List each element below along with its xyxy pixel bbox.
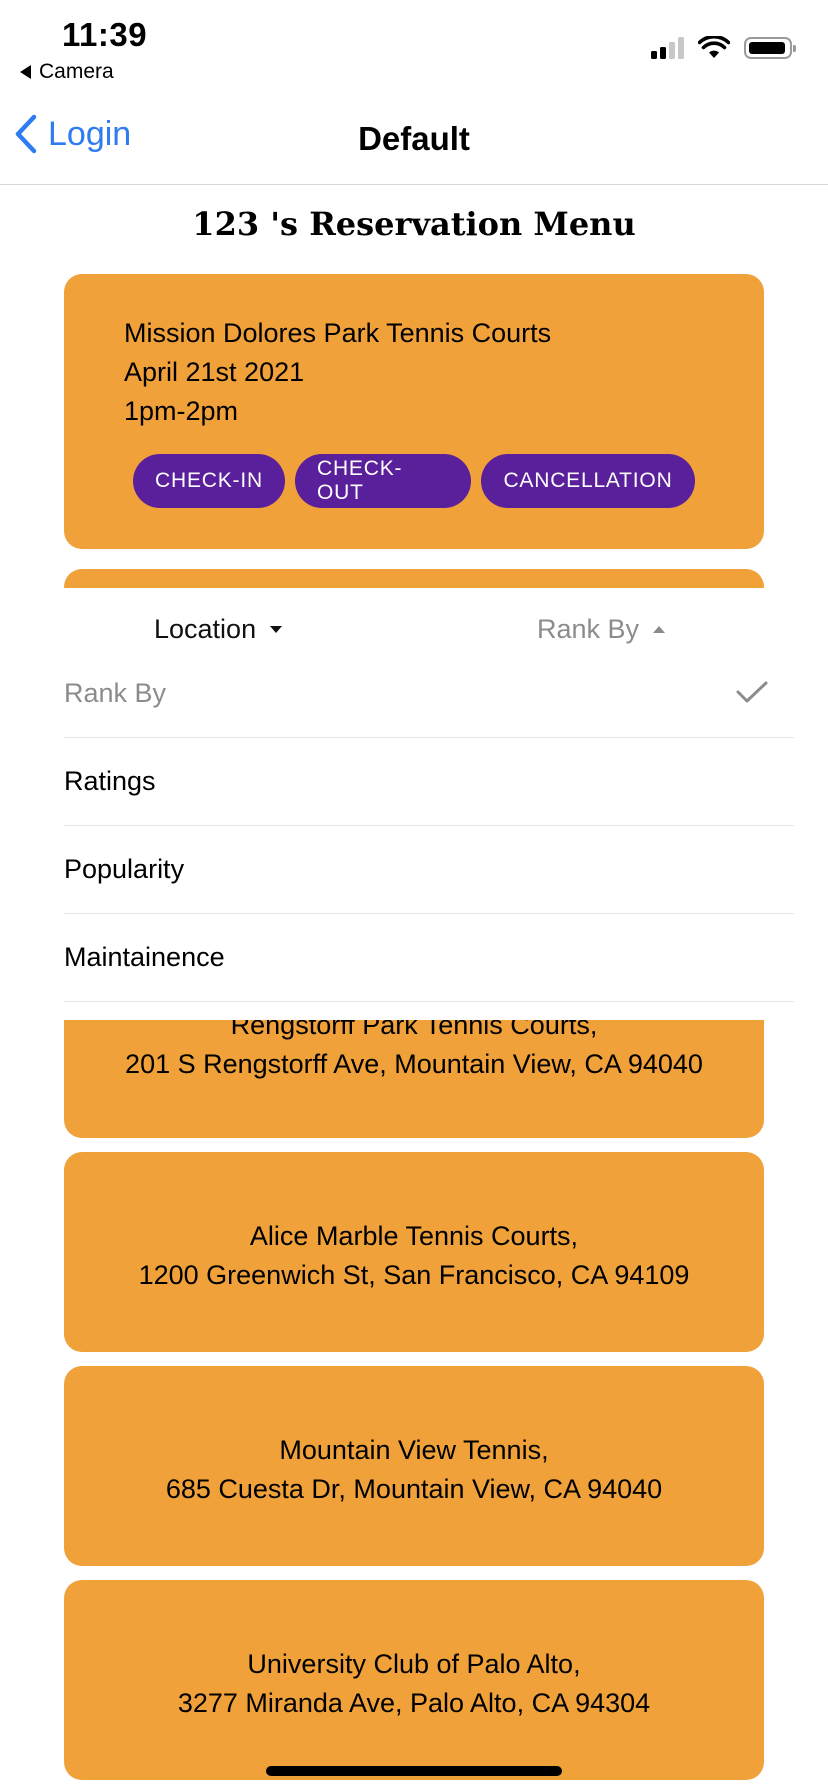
location-filter-label: Location	[154, 614, 257, 644]
rank-option-label: Rank By	[64, 678, 167, 708]
reservation-date: April 21st 2021	[124, 357, 305, 387]
cancellation-button[interactable]: CANCELLATION	[481, 454, 695, 508]
rank-option-ratings[interactable]: Ratings	[64, 738, 794, 826]
reservation-court: Mission Dolores Park Tennis Courts	[124, 318, 552, 348]
rank-option-rank-by[interactable]: Rank By	[64, 650, 794, 738]
reservation-time: 1pm-2pm	[124, 396, 239, 426]
filter-dropdown-panel: Location Rank By Rank By Ratings Popular…	[0, 588, 828, 1020]
location-name: University Club of Palo Alto,	[247, 1649, 581, 1679]
back-triangle-icon	[20, 65, 31, 79]
status-time: 11:39	[62, 16, 148, 53]
cellular-signal-icon	[651, 37, 684, 59]
rank-option-maintainence[interactable]: Maintainence	[64, 914, 794, 1002]
location-card[interactable]: Alice Marble Tennis Courts, 1200 Greenwi…	[64, 1152, 764, 1352]
check-out-button[interactable]: CHECK-OUT	[295, 454, 471, 508]
status-indicators	[651, 36, 796, 60]
back-to-camera-link[interactable]: Camera	[20, 60, 114, 84]
rank-option-label: Ratings	[64, 766, 156, 796]
location-address: 3277 Miranda Ave, Palo Alto, CA 94304	[177, 1688, 651, 1718]
location-filter[interactable]: Location	[154, 614, 283, 645]
status-bar: 11:39 Camera	[0, 0, 828, 90]
location-name: Alice Marble Tennis Courts,	[249, 1221, 579, 1251]
page-title: 123 's Reservation Menu	[192, 205, 636, 243]
rank-option-popularity[interactable]: Popularity	[64, 826, 794, 914]
location-address: 201 S Rengstorff Ave, Mountain View, CA …	[125, 1049, 703, 1079]
caret-up-icon	[653, 626, 666, 633]
wifi-icon	[698, 36, 730, 58]
checkmark-icon	[736, 681, 768, 703]
reservation-card: Mission Dolores Park Tennis Courts April…	[64, 274, 764, 549]
nav-title: Default	[358, 120, 470, 157]
rank-option-label: Maintainence	[64, 942, 225, 972]
location-name: Mountain View Tennis,	[279, 1435, 549, 1465]
battery-icon	[744, 37, 796, 59]
check-in-button[interactable]: CHECK-IN	[133, 454, 285, 508]
location-card[interactable]: University Club of Palo Alto, 3277 Miran…	[64, 1580, 764, 1780]
back-app-label: Camera	[39, 60, 114, 83]
location-address: 1200 Greenwich St, San Francisco, CA 941…	[138, 1260, 690, 1290]
rank-option-label: Popularity	[64, 854, 185, 884]
caret-down-icon	[270, 626, 283, 633]
rank-by-filter[interactable]: Rank By	[537, 614, 666, 645]
rank-by-filter-label: Rank By	[537, 614, 640, 644]
navigation-bar: Login Default	[0, 90, 828, 185]
location-card[interactable]: Mountain View Tennis, 685 Cuesta Dr, Mou…	[64, 1366, 764, 1566]
location-address: 685 Cuesta Dr, Mountain View, CA 94040	[165, 1474, 663, 1504]
home-indicator[interactable]	[266, 1766, 562, 1776]
